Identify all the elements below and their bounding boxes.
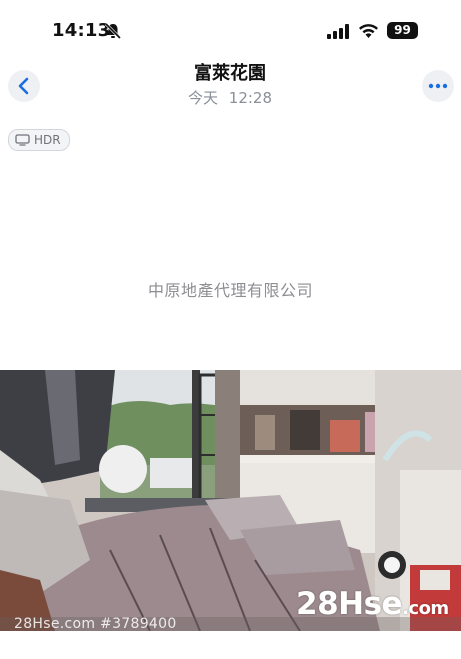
display-icon [15,134,30,146]
signal-icon [327,24,349,39]
message-timestamp: 今天 12:28 [130,87,330,109]
page-title: 富萊花園 [194,63,266,84]
battery-icon: 99 [387,22,418,39]
status-time: 14:13 [52,20,111,41]
header-title-block: 富萊花園 今天 12:28 [130,62,330,109]
time-label: 12:28 [228,89,273,107]
wifi-icon [359,24,378,38]
listing-photo[interactable]: 28Hse.com 28Hse.com #3789400 [0,370,461,631]
more-options-button[interactable] [422,70,454,102]
silent-bell-icon [104,22,122,40]
watermark-id: 28Hse.com #3789400 [14,616,177,631]
hdr-label: HDR [34,133,61,147]
back-button[interactable] [8,70,40,102]
date-label: 今天 [187,89,218,107]
chevron-left-icon [18,77,29,95]
watermark-logo: 28Hse.com [296,586,449,622]
status-bar: 14:13 99 [0,0,461,60]
company-name-text: 中原地產代理有限公司 [147,281,313,300]
hdr-badge[interactable]: HDR [8,129,70,151]
ellipsis-icon [428,83,448,89]
